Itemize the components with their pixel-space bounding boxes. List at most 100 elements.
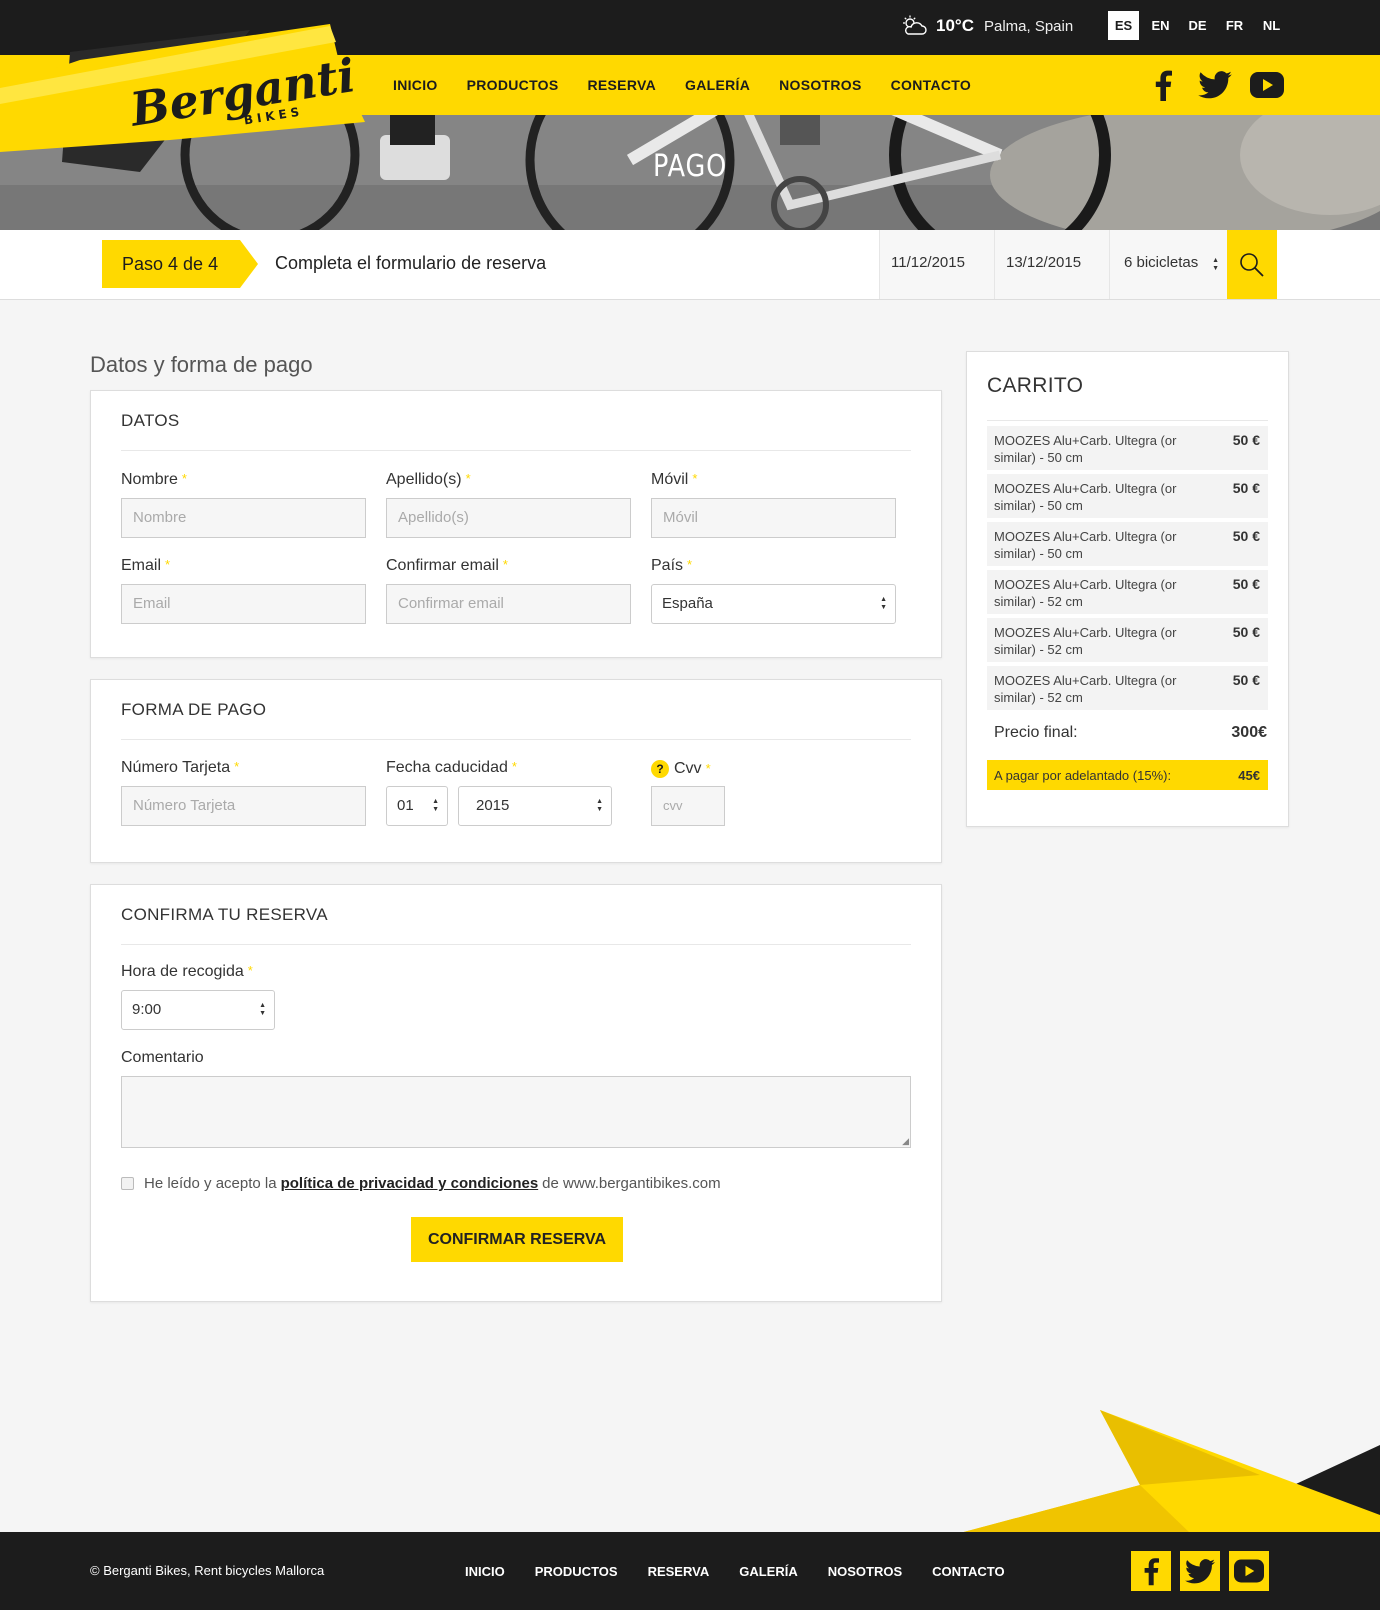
lang-de[interactable]: DE bbox=[1182, 11, 1213, 40]
card-number-input[interactable]: Número Tarjeta bbox=[121, 786, 366, 826]
comentario-textarea[interactable]: ◢ bbox=[121, 1076, 911, 1148]
pais-label-text: País bbox=[651, 557, 684, 574]
pais-label: País * bbox=[651, 557, 896, 576]
cart-deposit-label: A pagar por adelantado (15%): bbox=[994, 767, 1172, 783]
facebook-icon[interactable] bbox=[1145, 69, 1181, 101]
cart-total-row: Precio final: 300€ bbox=[987, 724, 1268, 742]
lang-es[interactable]: ES bbox=[1108, 11, 1139, 40]
footer-nav-inicio[interactable]: INICIO bbox=[465, 1564, 505, 1579]
cart-item-name: MOOZES Alu+Carb. Ultegra (or similar) - … bbox=[994, 625, 1177, 657]
cvv-help-icon[interactable]: ? bbox=[651, 759, 669, 778]
required-mark: * bbox=[705, 761, 711, 776]
weather-location: Palma, Spain bbox=[983, 17, 1074, 35]
weather-temperature: 10°C bbox=[936, 16, 974, 35]
header-social bbox=[1145, 69, 1285, 101]
footer-nav-contacto[interactable]: CONTACTO bbox=[932, 1564, 1004, 1579]
cart-item: MOOZES Alu+Carb. Ultegra (or similar) - … bbox=[987, 474, 1268, 518]
expiry-label: Fecha caducidad * bbox=[386, 759, 616, 778]
booking-step-bar: Paso 4 de 4 Completa el formulario de re… bbox=[0, 230, 1380, 300]
lang-fr[interactable]: FR bbox=[1219, 11, 1250, 40]
confirm-email-input[interactable]: Confirmar email bbox=[386, 584, 631, 624]
email-group: Email * Email bbox=[121, 557, 366, 624]
email-label: Email * bbox=[121, 557, 366, 576]
youtube-icon[interactable] bbox=[1249, 69, 1285, 101]
cart-title: CARRITO bbox=[987, 352, 1268, 421]
cart-item-name: MOOZES Alu+Carb. Ultegra (or similar) - … bbox=[994, 481, 1177, 513]
pais-select[interactable]: España bbox=[651, 584, 896, 624]
date-to-field[interactable]: 13/12/2015 bbox=[994, 230, 1109, 299]
footer-nav-reserva[interactable]: RESERVA bbox=[648, 1564, 710, 1579]
bikes-select-value: 6 bicicletas bbox=[1124, 254, 1199, 271]
required-mark: * bbox=[181, 471, 187, 486]
nav-contacto[interactable]: CONTACTO bbox=[891, 77, 971, 93]
footer-nav-nosotros[interactable]: NOSOTROS bbox=[828, 1564, 902, 1579]
twitter-icon[interactable] bbox=[1197, 69, 1233, 101]
step-description: Completa el formulario de reserva bbox=[275, 253, 547, 273]
berganti-logo[interactable]: Berganti BIKES bbox=[0, 22, 370, 192]
required-mark: * bbox=[692, 471, 698, 486]
cart-items: MOOZES Alu+Carb. Ultegra (or similar) - … bbox=[987, 426, 1268, 710]
terms-text-after: de www.bergantibikes.com bbox=[542, 1175, 721, 1192]
date-from-field[interactable]: 11/12/2015 bbox=[879, 230, 994, 299]
footer-social bbox=[1131, 1551, 1269, 1591]
lang-nl[interactable]: NL bbox=[1256, 11, 1287, 40]
terms-checkbox[interactable] bbox=[121, 1177, 134, 1190]
cvv-label: ? Cvv * bbox=[651, 759, 771, 778]
section-title: Datos y forma de pago bbox=[90, 352, 313, 377]
youtube-icon[interactable] bbox=[1229, 1551, 1269, 1591]
lang-en[interactable]: EN bbox=[1145, 11, 1176, 40]
nav-productos[interactable]: PRODUCTOS bbox=[467, 77, 559, 93]
hora-label: Hora de recogida * bbox=[121, 963, 275, 982]
nombre-label: Nombre * bbox=[121, 471, 366, 490]
bikes-select[interactable]: 6 bicicletas ▲ ▼ bbox=[1109, 230, 1227, 299]
nav-reserva[interactable]: RESERVA bbox=[588, 77, 657, 93]
select-arrows-icon: ▲ ▼ bbox=[1212, 257, 1219, 272]
nav-nosotros[interactable]: NOSOTROS bbox=[779, 77, 862, 93]
nombre-input[interactable]: Nombre bbox=[121, 498, 366, 538]
cart-item-name: MOOZES Alu+Carb. Ultegra (or similar) - … bbox=[994, 577, 1177, 609]
confirmar-panel: CONFIRMA TU RESERVA Hora de recogida * 9:… bbox=[90, 884, 942, 1302]
cart-item-price: 50 € bbox=[1232, 624, 1260, 640]
cvv-input[interactable]: cvv bbox=[651, 786, 725, 826]
required-mark: * bbox=[687, 557, 693, 572]
facebook-icon[interactable] bbox=[1131, 1551, 1171, 1591]
hora-label-text: Hora de recogida bbox=[121, 963, 244, 980]
cart-item-name: MOOZES Alu+Carb. Ultegra (or similar) - … bbox=[994, 673, 1177, 705]
expiry-year-select[interactable]: 2015 bbox=[458, 786, 612, 826]
cart-item-price: 50 € bbox=[1232, 672, 1260, 688]
footer-nav-productos[interactable]: PRODUCTOS bbox=[535, 1564, 618, 1579]
apellidos-input[interactable]: Apellido(s) bbox=[386, 498, 631, 538]
required-mark: * bbox=[465, 471, 471, 486]
confirm-email-group: Confirmar email * Confirmar email bbox=[386, 557, 631, 624]
datos-panel: DATOS Nombre * Nombre Apellido(s) * Apelli… bbox=[90, 390, 942, 658]
terms-text-before: He leído y acepto la bbox=[144, 1175, 277, 1192]
cart-item: MOOZES Alu+Carb. Ultegra (or similar) - … bbox=[987, 426, 1268, 470]
pais-group: País * España bbox=[651, 557, 896, 624]
movil-input[interactable]: Móvil bbox=[651, 498, 896, 538]
nav-galeria[interactable]: GALERÍA bbox=[685, 77, 750, 93]
step-indicator: Paso 4 de 4 bbox=[102, 240, 258, 288]
copyright: © Berganti Bikes, Rent bicycles Mallorca bbox=[90, 1563, 325, 1578]
comentario-label: Comentario bbox=[121, 1049, 204, 1066]
resize-handle-icon[interactable]: ◢ bbox=[902, 1136, 909, 1147]
hora-select[interactable]: 9:00 bbox=[121, 990, 275, 1030]
datos-heading: DATOS bbox=[121, 391, 911, 451]
cart-item-name: MOOZES Alu+Carb. Ultegra (or similar) - … bbox=[994, 529, 1177, 561]
search-button[interactable] bbox=[1227, 230, 1277, 299]
movil-group: Móvil * Móvil bbox=[651, 471, 896, 538]
nav-inicio[interactable]: INICIO bbox=[393, 77, 438, 93]
cart-item: MOOZES Alu+Carb. Ultegra (or similar) - … bbox=[987, 570, 1268, 614]
movil-label-text: Móvil bbox=[651, 471, 689, 488]
twitter-icon[interactable] bbox=[1180, 1551, 1220, 1591]
email-input[interactable]: Email bbox=[121, 584, 366, 624]
cart-item: MOOZES Alu+Carb. Ultegra (or similar) - … bbox=[987, 618, 1268, 662]
cart-item-price: 50 € bbox=[1232, 480, 1260, 496]
terms-link[interactable]: política de privacidad y condiciones bbox=[281, 1175, 539, 1192]
required-mark: * bbox=[502, 557, 508, 572]
cart-item-name: MOOZES Alu+Carb. Ultegra (or similar) - … bbox=[994, 433, 1177, 465]
card-label-text: Número Tarjeta bbox=[121, 759, 231, 776]
confirm-reservation-button[interactable]: CONFIRMAR RESERVA bbox=[411, 1217, 623, 1262]
footer-nav: INICIO PRODUCTOS RESERVA GALERÍA NOSOTRO… bbox=[465, 1532, 1005, 1610]
expiry-month-select[interactable]: 01 bbox=[386, 786, 448, 826]
footer-nav-galeria[interactable]: GALERÍA bbox=[739, 1564, 798, 1579]
